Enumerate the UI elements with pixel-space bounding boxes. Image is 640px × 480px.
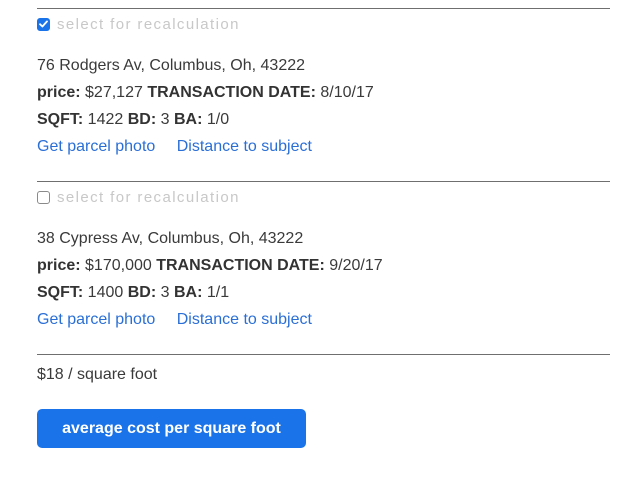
recalculation-checkbox[interactable]	[37, 190, 50, 204]
transaction-date-label: TRANSACTION DATE:	[147, 84, 316, 101]
price-value: $27,127	[85, 84, 143, 101]
divider	[37, 8, 610, 9]
ba-label: BA:	[173, 111, 203, 128]
price-line: price: $27,127 TRANSACTION DATE: 8/10/17	[37, 83, 374, 103]
transaction-date-label: TRANSACTION DATE:	[156, 257, 325, 274]
bd-label: BD:	[127, 284, 157, 301]
specs-line: SQFT: 1422 BD: 3 BA: 1/0	[37, 110, 229, 130]
select-row[interactable]: select for recalculation	[37, 188, 240, 206]
comparables-panel: select for recalculation 76 Rodgers Av, …	[0, 0, 640, 480]
ba-value: 1/1	[206, 284, 230, 301]
select-label: select for recalculation	[57, 188, 240, 206]
recalculation-checkbox[interactable]	[37, 17, 50, 31]
bd-label: BD:	[127, 111, 157, 128]
specs-line: SQFT: 1400 BD: 3 BA: 1/1	[37, 283, 229, 303]
sqft-label: SQFT:	[37, 111, 84, 128]
sqft-value: 1400	[87, 284, 124, 301]
bd-value: 3	[160, 284, 170, 301]
get-parcel-photo-link[interactable]: Get parcel photo	[37, 311, 155, 328]
ba-label: BA:	[173, 284, 203, 301]
select-label: select for recalculation	[57, 15, 240, 33]
select-row[interactable]: select for recalculation	[37, 15, 240, 33]
get-parcel-photo-link[interactable]: Get parcel photo	[37, 138, 155, 155]
property-address: 38 Cypress Av, Columbus, Oh, 43222	[37, 230, 304, 247]
average-cost-button[interactable]: average cost per square foot	[37, 409, 306, 448]
price-value: $170,000	[85, 257, 152, 274]
cost-per-sqft-summary: $18 / square foot	[37, 366, 158, 383]
price-label: price:	[37, 84, 81, 101]
price-label: price:	[37, 257, 81, 274]
links-row: Get parcel photo Distance to subject	[37, 137, 312, 157]
bd-value: 3	[160, 111, 170, 128]
distance-to-subject-link[interactable]: Distance to subject	[177, 311, 312, 328]
transaction-date-value: 8/10/17	[320, 84, 374, 101]
divider	[37, 354, 610, 355]
sqft-label: SQFT:	[37, 284, 84, 301]
divider	[37, 181, 610, 182]
sqft-value: 1422	[87, 111, 124, 128]
property-address: 76 Rodgers Av, Columbus, Oh, 43222	[37, 57, 306, 74]
ba-value: 1/0	[206, 111, 230, 128]
checkmark-icon	[39, 20, 48, 28]
links-row: Get parcel photo Distance to subject	[37, 310, 312, 330]
transaction-date-value: 9/20/17	[329, 257, 383, 274]
price-line: price: $170,000 TRANSACTION DATE: 9/20/1…	[37, 256, 383, 276]
distance-to-subject-link[interactable]: Distance to subject	[177, 138, 312, 155]
